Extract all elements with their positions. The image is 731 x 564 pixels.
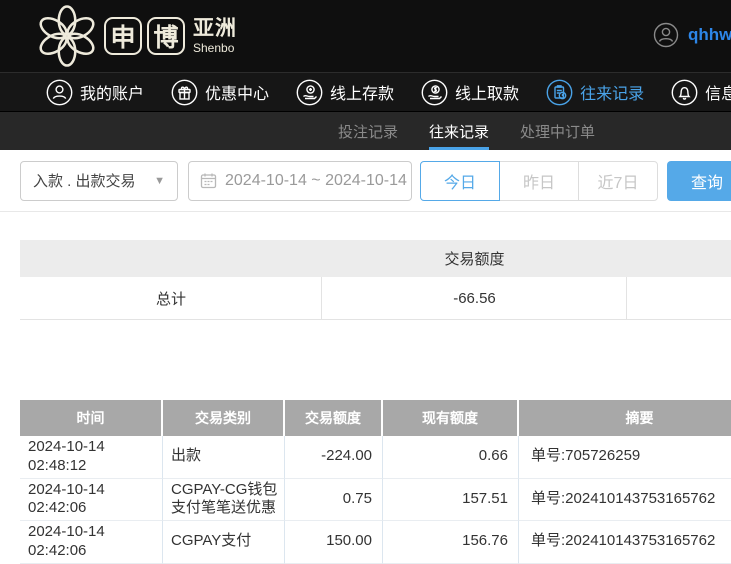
summary-header-spacer xyxy=(20,240,322,277)
cell-balance: 156.76 xyxy=(383,521,519,564)
summary-total-value: -66.56 xyxy=(321,277,627,320)
cell-amount: 0.75 xyxy=(285,478,383,521)
records-subnav: 投注记录 往来记录 处理中订单 xyxy=(0,112,731,150)
transactions-table: 时间 交易类别 交易额度 现有额度 摘要 2024-10-14 02:48:12… xyxy=(20,400,731,564)
bell-icon xyxy=(671,79,698,106)
nav-item-messages[interactable]: 信息中心 xyxy=(671,79,731,106)
date-range-input[interactable]: 2024-10-14 ~ 2024-10-14 xyxy=(188,160,412,201)
yesterday-button[interactable]: 昨日 xyxy=(499,160,579,201)
nav-item-records[interactable]: 往来记录 xyxy=(546,79,644,106)
table-row: 2024-10-14 02:48:12 出款 -224.00 0.66 单号:7… xyxy=(20,436,731,479)
brand-region-cn: 亚洲 xyxy=(193,17,237,40)
transaction-type-value: 入款 . 出款交易 xyxy=(33,173,136,190)
cell-time: 2024-10-14 02:42:06 xyxy=(20,521,163,564)
deposit-icon xyxy=(296,79,323,106)
records-icon xyxy=(546,79,573,106)
quick-range-group: 今日 昨日 近7日 xyxy=(420,160,658,201)
user-account-button[interactable]: qhhw xyxy=(653,22,731,48)
nav-item-label: 优惠中心 xyxy=(205,86,270,103)
tab-transaction-records[interactable]: 往来记录 xyxy=(429,112,490,150)
nav-item-label: 线上存款 xyxy=(330,86,395,103)
cell-type: CGPAY支付 xyxy=(163,521,285,564)
summary-header-spacer xyxy=(627,240,731,277)
cell-type: 出款 xyxy=(163,436,285,479)
main-navigation: 我的账户 优惠中心 线上存款 线上取款 往来记录 信息 xyxy=(0,72,731,112)
summary-header-label: 交易额度 xyxy=(444,251,505,268)
cell-summary: 单号:705726259 xyxy=(519,436,731,479)
cell-type: CGPAY-CG钱包支付笔笔送优惠 xyxy=(163,478,285,521)
username-text: qhhw xyxy=(688,25,731,44)
gift-icon xyxy=(171,79,198,106)
cell-summary: 单号:202410143753165762 xyxy=(519,521,731,564)
date-range-value: 2024-10-14 ~ 2024-10-14 xyxy=(225,171,407,189)
calendar-icon xyxy=(200,172,217,189)
cell-amount: 150.00 xyxy=(285,521,383,564)
filter-toolbar: 入款 . 出款交易 ▼ 2024-10-14 ~ 2024-10-14 今日 昨… xyxy=(0,150,731,212)
last7days-button[interactable]: 近7日 xyxy=(578,160,658,201)
user-avatar-icon xyxy=(653,22,679,48)
brand-char-shen: 申 xyxy=(104,17,142,55)
summary-total-spacer xyxy=(626,277,731,320)
nav-item-withdraw[interactable]: 线上取款 xyxy=(421,79,519,106)
nav-item-label: 我的账户 xyxy=(80,86,145,103)
summary-total-label: 总计 xyxy=(20,277,322,320)
top-header-bar: 申 博 亚洲 Shenbo qhhw xyxy=(0,0,731,72)
cell-amount: -224.00 xyxy=(285,436,383,479)
transaction-type-select[interactable]: 入款 . 出款交易 ▼ xyxy=(20,160,178,201)
chevron-down-icon: ▼ xyxy=(154,174,165,187)
cell-time: 2024-10-14 02:42:06 xyxy=(20,478,163,521)
account-icon xyxy=(46,79,73,106)
nav-item-deposit[interactable]: 线上存款 xyxy=(296,79,394,106)
summary-table: 交易额度 总计 -66.56 xyxy=(20,240,731,320)
withdraw-icon xyxy=(421,79,448,106)
header-time: 时间 xyxy=(20,400,163,436)
nav-item-my-account[interactable]: 我的账户 xyxy=(46,79,144,106)
summary-header-row: 交易额度 xyxy=(20,240,731,277)
nav-item-label: 信息中心 xyxy=(705,86,731,103)
summary-total-row: 总计 -66.56 xyxy=(20,277,731,320)
brand-region: 亚洲 Shenbo xyxy=(193,18,237,54)
cell-time: 2024-10-14 02:48:12 xyxy=(20,436,163,479)
tab-betting-records[interactable]: 投注记录 xyxy=(338,112,398,150)
transaction-records-page: { "brand": { "logo_char1": "申", "logo_ch… xyxy=(0,0,731,564)
transactions-table-body: 2024-10-14 02:48:12 出款 -224.00 0.66 单号:7… xyxy=(20,436,731,564)
header-balance: 现有额度 xyxy=(383,400,519,436)
cell-summary: 单号:202410143753165762 xyxy=(519,479,731,521)
today-button[interactable]: 今日 xyxy=(420,160,500,201)
brand-flower-logo-icon xyxy=(36,5,98,67)
nav-item-label: 线上取款 xyxy=(455,86,520,103)
tab-pending-orders[interactable]: 处理中订单 xyxy=(520,112,595,150)
header-summary: 摘要 xyxy=(519,400,731,436)
cell-balance: 157.51 xyxy=(383,478,519,521)
transactions-table-header: 时间 交易类别 交易额度 现有额度 摘要 xyxy=(20,400,731,436)
table-row: 2024-10-14 02:42:06 CGPAY-CG钱包支付笔笔送优惠 0.… xyxy=(20,478,731,521)
query-button[interactable]: 查询 xyxy=(667,160,731,201)
nav-item-promotions[interactable]: 优惠中心 xyxy=(171,79,269,106)
header-type: 交易类别 xyxy=(163,400,285,436)
cell-balance: 0.66 xyxy=(383,436,519,479)
brand-region-en: Shenbo xyxy=(193,41,235,55)
nav-item-label: 往来记录 xyxy=(580,86,645,103)
table-row: 2024-10-14 02:42:06 CGPAY支付 150.00 156.7… xyxy=(20,521,731,564)
brand-char-bo: 博 xyxy=(147,17,185,55)
header-amount: 交易额度 xyxy=(285,400,383,436)
